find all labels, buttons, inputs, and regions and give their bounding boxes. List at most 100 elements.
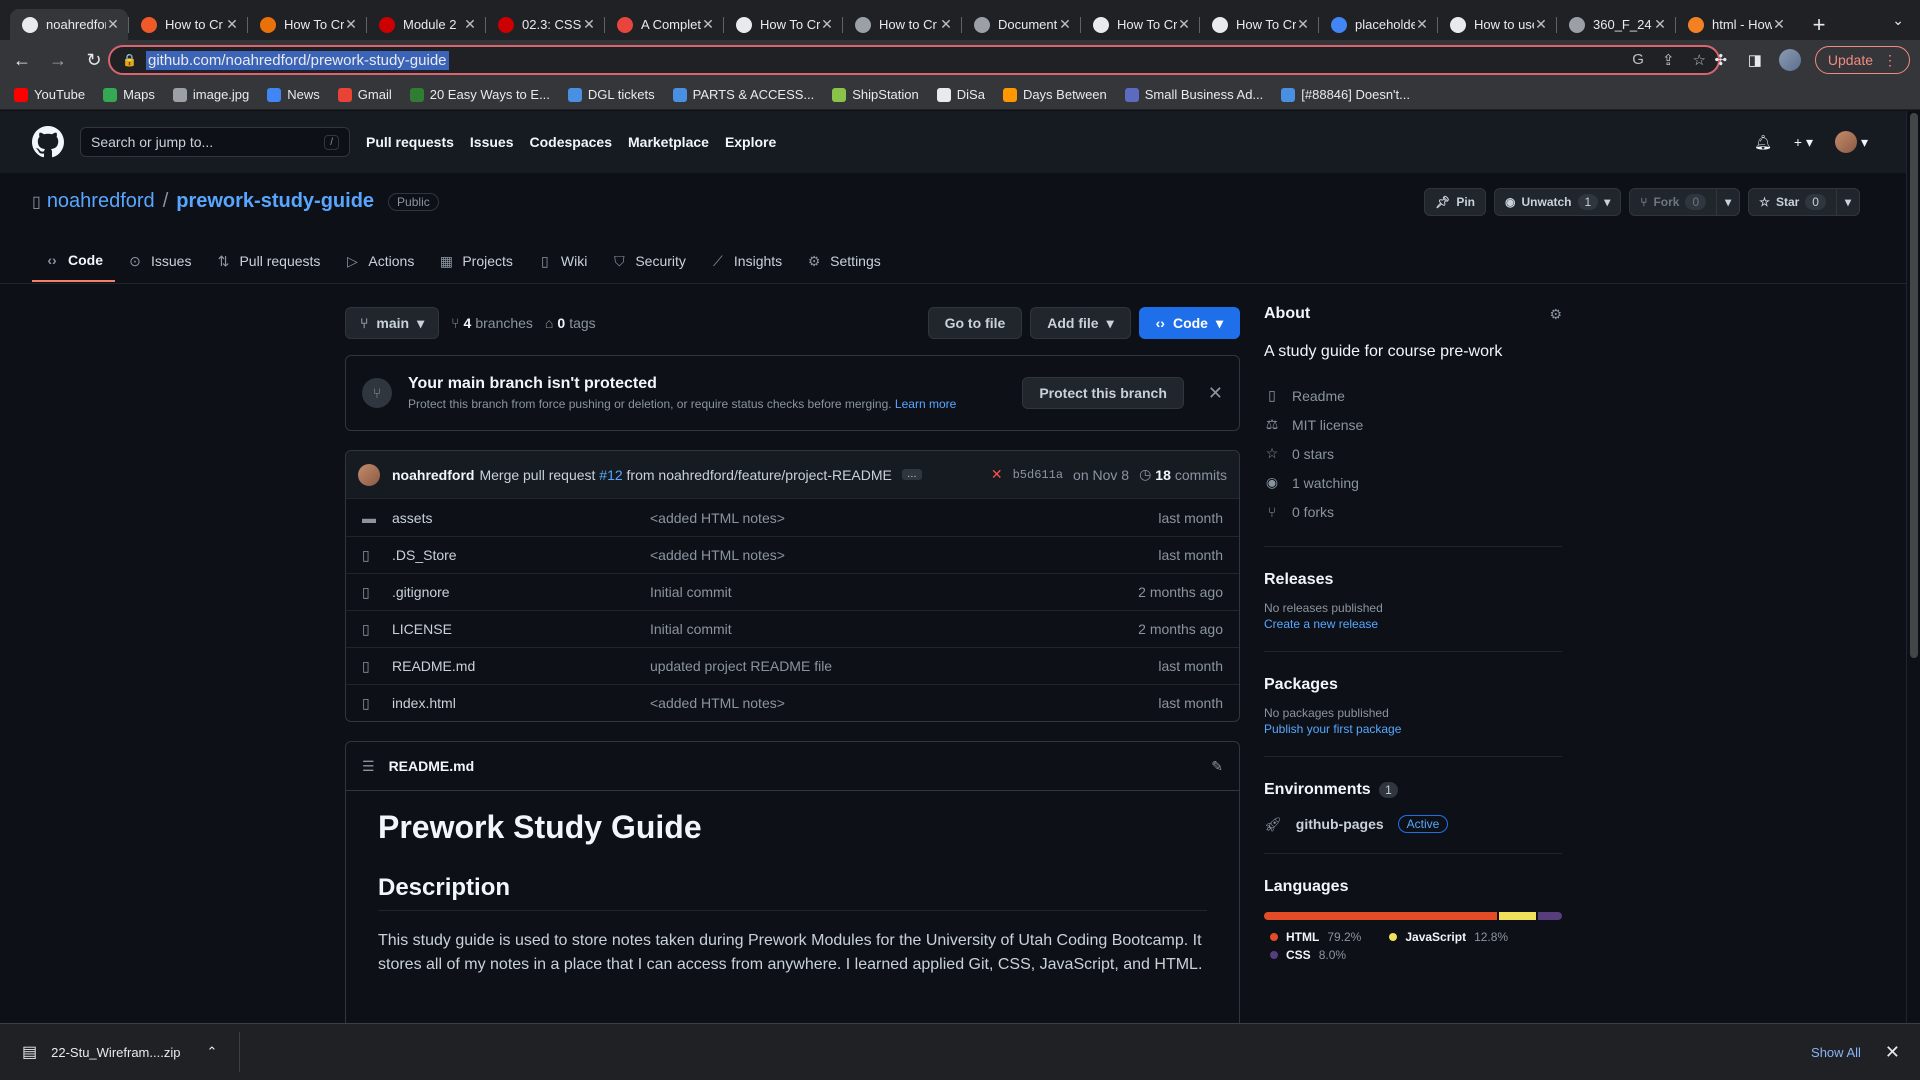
branch-selector[interactable]: ⑂ main ▾	[345, 307, 440, 339]
failed-check-icon[interactable]: ✕	[991, 466, 1003, 483]
protect-branch-button[interactable]: Protect this branch	[1022, 377, 1184, 409]
back-arrow-icon[interactable]: ←	[8, 46, 36, 74]
tab-close-icon[interactable]: ✕	[344, 16, 358, 33]
tab-close-icon[interactable]: ✕	[225, 16, 239, 33]
tab-insights[interactable]: ⟋ Insights	[698, 240, 794, 282]
chevron-up-icon[interactable]: ⌃	[206, 1044, 217, 1060]
address-bar[interactable]: 🔒 github.com/noahredford/prework-study-g…	[108, 45, 1720, 75]
bookmark-item[interactable]: ShipStation	[832, 87, 919, 102]
fork-dropdown-button[interactable]: ▾	[1717, 188, 1741, 216]
tab-close-icon[interactable]: ✕	[1058, 16, 1072, 33]
tab-issues[interactable]: ⊙ Issues	[115, 240, 203, 282]
bookmark-item[interactable]: News	[267, 87, 320, 102]
share-icon[interactable]: ⇪	[1662, 51, 1675, 69]
tab-close-icon[interactable]: ✕	[1296, 16, 1310, 33]
tab-close-icon[interactable]: ✕	[1534, 16, 1548, 33]
browser-tab[interactable]: placeholder✕	[1318, 9, 1437, 40]
about-item[interactable]: ▯ Readme	[1264, 381, 1562, 410]
publish-package-link[interactable]: Publish your first package	[1264, 722, 1562, 736]
extensions-puzzle-icon[interactable]: ✣	[1711, 50, 1731, 70]
bookmark-item[interactable]: 20 Easy Ways to E...	[409, 87, 550, 102]
tab-wiki[interactable]: ▯ Wiki	[525, 240, 599, 282]
commit-message[interactable]: Merge pull request #12 from noahredford/…	[479, 467, 891, 483]
expand-commit-button[interactable]: …	[901, 469, 922, 480]
nav-link-issues[interactable]: Issues	[470, 134, 514, 150]
url-text[interactable]: github.com/noahredford/prework-study-gui…	[146, 50, 449, 70]
browser-tab[interactable]: How To Cr ✕	[723, 9, 842, 40]
bookmark-item[interactable]: Days Between	[1002, 87, 1107, 102]
readme-filename-link[interactable]: README.md	[389, 758, 475, 774]
google-lens-icon[interactable]: G	[1632, 51, 1644, 69]
file-name-link[interactable]: index.html	[392, 695, 650, 711]
file-commit-message[interactable]: <added HTML notes>	[650, 547, 1158, 563]
fork-button[interactable]: ⑂ Fork 0	[1629, 188, 1718, 216]
tab-close-icon[interactable]: ✕	[1772, 16, 1786, 33]
bookmark-item[interactable]: DGL tickets	[567, 87, 655, 102]
tab-code[interactable]: ‹› Code	[32, 240, 115, 282]
file-commit-message[interactable]: <added HTML notes>	[650, 695, 1158, 711]
bookmark-item[interactable]: Small Business Ad...	[1124, 87, 1263, 102]
pencil-edit-icon[interactable]: ✎	[1211, 758, 1223, 775]
tab-close-icon[interactable]: ✕	[463, 16, 477, 33]
browser-tab[interactable]: How To Cr ✕	[1080, 9, 1199, 40]
nav-link-pull-requests[interactable]: Pull requests	[366, 134, 454, 150]
file-name-link[interactable]: LICENSE	[392, 621, 650, 637]
bookmark-item[interactable]: YouTube	[14, 87, 85, 102]
language-item[interactable]: HTML 79.2%	[1270, 930, 1361, 944]
create-new-plus-icon[interactable]: + ▾	[1794, 134, 1813, 151]
tab-close-icon[interactable]: ✕	[939, 16, 953, 33]
file-row[interactable]: ▯ LICENSE Initial commit 2 months ago	[346, 610, 1239, 647]
bell-icon[interactable]: 🔔︎	[1754, 134, 1772, 151]
show-all-downloads-link[interactable]: Show All	[1811, 1045, 1861, 1060]
go-to-file-button[interactable]: Go to file	[927, 307, 1023, 339]
browser-tab[interactable]: Document ✕	[961, 9, 1080, 40]
browser-tab[interactable]: Module 2 ✕	[366, 9, 485, 40]
lock-icon[interactable]: 🔒	[122, 53, 137, 67]
commit-author-link[interactable]: noahredford	[392, 467, 474, 483]
tab-security[interactable]: ⛉ Security	[599, 240, 698, 282]
file-commit-message[interactable]: <added HTML notes>	[650, 510, 1158, 526]
packages-title[interactable]: Packages	[1264, 676, 1562, 694]
file-row[interactable]: ▯ index.html <added HTML notes> last month	[346, 684, 1239, 721]
profile-avatar[interactable]	[1778, 49, 1801, 71]
browser-tab[interactable]: 360_F_24 ✕	[1556, 9, 1675, 40]
branches-link[interactable]: ⑂ 4 branches	[451, 315, 533, 331]
side-panel-icon[interactable]: ◨	[1745, 50, 1765, 70]
tab-actions[interactable]: ▷ Actions	[332, 240, 426, 282]
environment-link[interactable]: github-pages	[1296, 816, 1384, 832]
gear-icon[interactable]: ⚙	[1549, 306, 1562, 323]
browser-tab[interactable]: How To Cr ✕	[247, 9, 366, 40]
unwatch-button[interactable]: ◉ Unwatch 1 ▾	[1494, 188, 1622, 216]
nav-link-marketplace[interactable]: Marketplace	[628, 134, 709, 150]
github-search-input[interactable]: Search or jump to... /	[80, 127, 350, 157]
tab-search-chevron-icon[interactable]: ⌄	[1892, 12, 1904, 29]
file-row[interactable]: ▬ assets <added HTML notes> last month	[346, 499, 1239, 536]
file-row[interactable]: ▯ .DS_Store <added HTML notes> last month	[346, 536, 1239, 573]
browser-tab[interactable]: 02.3: CSS ✕	[485, 9, 604, 40]
nav-link-codespaces[interactable]: Codespaces	[530, 134, 612, 150]
browser-tab[interactable]: How to Cr ✕	[842, 9, 961, 40]
pin-button[interactable]: 📌︎ Pin	[1424, 188, 1487, 216]
tab-close-icon[interactable]: ✕	[701, 16, 715, 33]
code-button[interactable]: ‹› Code ▾	[1138, 307, 1240, 339]
tab-pull-requests[interactable]: ⇅ Pull requests	[203, 240, 332, 282]
tab-close-icon[interactable]: ✕	[820, 16, 834, 33]
add-file-button[interactable]: Add file ▾	[1030, 307, 1131, 339]
file-commit-message[interactable]: Initial commit	[650, 621, 1138, 637]
file-name-link[interactable]: README.md	[392, 658, 650, 674]
close-icon[interactable]: ✕	[1885, 1042, 1900, 1063]
language-item[interactable]: JavaScript 12.8%	[1389, 930, 1508, 944]
language-item[interactable]: CSS 8.0%	[1270, 948, 1346, 962]
update-button[interactable]: Update ⋮	[1814, 46, 1910, 74]
file-row[interactable]: ▯ .gitignore Initial commit 2 months ago	[346, 573, 1239, 610]
new-tab-button[interactable]: +	[1803, 9, 1835, 40]
tab-close-icon[interactable]: ✕	[582, 16, 596, 33]
about-item[interactable]: ◉ 1 watching	[1264, 468, 1562, 497]
bookmark-item[interactable]: Maps	[103, 87, 155, 102]
bookmark-item[interactable]: [#88846] Doesn't...	[1281, 87, 1410, 102]
repo-owner-link[interactable]: noahredford	[47, 190, 155, 213]
tab-close-icon[interactable]: ✕	[1177, 16, 1191, 33]
file-commit-message[interactable]: Initial commit	[650, 584, 1138, 600]
bookmark-item[interactable]: Gmail	[337, 87, 392, 102]
create-release-link[interactable]: Create a new release	[1264, 617, 1562, 631]
